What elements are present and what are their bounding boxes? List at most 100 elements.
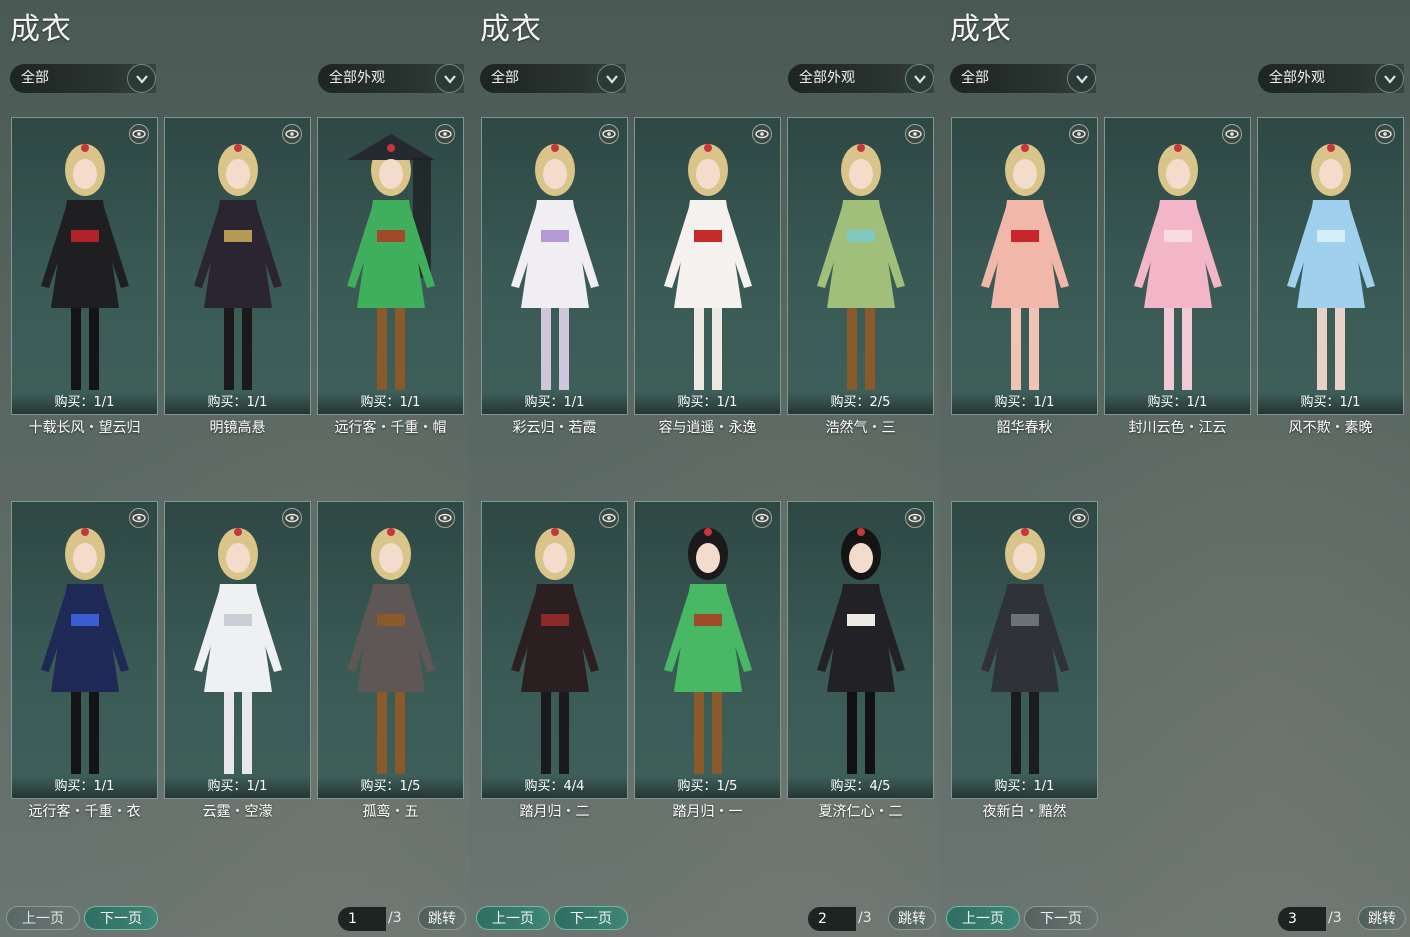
next-page-button[interactable]: 下一页	[84, 906, 158, 930]
outfit-body	[51, 584, 119, 692]
eye-icon[interactable]	[282, 124, 302, 144]
outfit-card[interactable]: 购买：2/5	[787, 117, 934, 415]
outfit-card[interactable]: 购买：1/1	[164, 117, 311, 415]
face	[1319, 159, 1343, 189]
face	[226, 543, 250, 573]
category-filter-label: 全部	[491, 70, 519, 86]
outfit-card[interactable]: 购买：1/1	[481, 117, 628, 415]
hair-ornament	[857, 528, 865, 536]
right-leg	[395, 692, 405, 774]
outfit-card[interactable]: 购买：1/5	[317, 501, 464, 799]
outfit-body	[51, 200, 119, 308]
prev-page-button[interactable]: 上一页	[476, 906, 550, 930]
eye-icon[interactable]	[1375, 124, 1395, 144]
face	[379, 543, 403, 573]
face	[1013, 159, 1037, 189]
outfit-card[interactable]: 购买：1/1	[1104, 117, 1251, 415]
face	[73, 543, 97, 573]
purchase-count: 购买：1/5	[635, 776, 780, 798]
chevron-down-icon[interactable]	[1067, 64, 1096, 93]
outfit-card[interactable]: 购买：1/1	[164, 501, 311, 799]
face	[226, 159, 250, 189]
outfit-sash	[847, 230, 875, 242]
purchase-count: 购买：2/5	[788, 392, 933, 414]
chevron-down-icon[interactable]	[597, 64, 626, 93]
outfit-figure	[347, 528, 435, 774]
wardrobe-panel-page-1: 成衣 全部 全部外观 购买：1/1 十载长风・望云归 购买：1/1 明镜高悬 购…	[0, 0, 470, 937]
appearance-filter-dropdown[interactable]: 全部外观	[318, 64, 464, 93]
jump-button[interactable]: 跳转	[1358, 906, 1406, 930]
purchase-count: 购买：1/5	[318, 776, 463, 798]
outfit-body	[991, 584, 1059, 692]
outfit-sash	[541, 614, 569, 626]
eye-icon[interactable]	[129, 508, 149, 528]
outfit-card[interactable]: 购买：4/4	[481, 501, 628, 799]
chevron-down-icon[interactable]	[435, 64, 464, 93]
next-page-button[interactable]: 下一页	[1024, 906, 1098, 930]
right-leg	[1335, 308, 1345, 390]
hair-ornament	[704, 144, 712, 152]
eye-icon[interactable]	[1222, 124, 1242, 144]
category-filter-dropdown[interactable]: 全部	[10, 64, 156, 93]
outfit-card[interactable]: 购买：1/1	[1257, 117, 1404, 415]
page-number-input[interactable]: 3	[1278, 907, 1326, 931]
outfit-card[interactable]: 购买：1/1	[634, 117, 781, 415]
face	[73, 159, 97, 189]
prev-page-button[interactable]: 上一页	[946, 906, 1020, 930]
next-page-button[interactable]: 下一页	[554, 906, 628, 930]
prev-page-button[interactable]: 上一页	[6, 906, 80, 930]
purchase-count: 购买：1/1	[952, 392, 1097, 414]
outfit-name: 封川云色・江云	[1128, 420, 1227, 436]
outfit-body	[204, 584, 272, 692]
left-leg	[1317, 308, 1327, 390]
outfit-body	[674, 200, 742, 308]
eye-icon[interactable]	[435, 508, 455, 528]
jump-button[interactable]: 跳转	[888, 906, 936, 930]
outfit-card[interactable]: 购买：1/1	[317, 117, 464, 415]
outfit-figure	[817, 144, 905, 390]
eye-icon[interactable]	[599, 124, 619, 144]
purchase-count: 购买：4/4	[482, 776, 627, 798]
outfit-body	[521, 200, 589, 308]
page-number-input[interactable]: 2	[808, 907, 856, 931]
eye-icon[interactable]	[599, 508, 619, 528]
outfit-sash	[541, 230, 569, 242]
outfit-card[interactable]: 购买：4/5	[787, 501, 934, 799]
hair-ornament	[234, 144, 242, 152]
category-filter-dropdown[interactable]: 全部	[480, 64, 626, 93]
category-filter-dropdown[interactable]: 全部	[950, 64, 1096, 93]
eye-icon[interactable]	[282, 508, 302, 528]
outfit-name: 云霆・空濛	[202, 804, 273, 820]
eye-icon[interactable]	[1069, 124, 1089, 144]
eye-icon[interactable]	[1069, 508, 1089, 528]
outfit-figure	[41, 528, 129, 774]
eye-icon[interactable]	[435, 124, 455, 144]
outfit-card[interactable]: 购买：1/1	[11, 117, 158, 415]
outfit-figure	[194, 528, 282, 774]
hair-ornament	[387, 144, 395, 152]
right-leg	[712, 308, 722, 390]
outfit-name: 远行客・千重・帽	[334, 420, 447, 436]
hair-ornament	[1327, 144, 1335, 152]
outfit-card[interactable]: 购买：1/1	[951, 501, 1098, 799]
eye-icon[interactable]	[905, 508, 925, 528]
chevron-down-icon[interactable]	[1375, 64, 1404, 93]
chevron-down-icon[interactable]	[127, 64, 156, 93]
eye-icon[interactable]	[752, 124, 772, 144]
outfit-card[interactable]: 购买：1/5	[634, 501, 781, 799]
outfit-sash	[1164, 230, 1192, 242]
appearance-filter-dropdown[interactable]: 全部外观	[1258, 64, 1404, 93]
right-leg	[712, 692, 722, 774]
outfit-name: 夏济仁心・二	[818, 804, 903, 820]
right-leg	[395, 308, 405, 390]
appearance-filter-dropdown[interactable]: 全部外观	[788, 64, 934, 93]
eye-icon[interactable]	[129, 124, 149, 144]
eye-icon[interactable]	[905, 124, 925, 144]
eye-icon[interactable]	[752, 508, 772, 528]
outfit-card[interactable]: 购买：1/1	[951, 117, 1098, 415]
right-leg	[242, 692, 252, 774]
jump-button[interactable]: 跳转	[418, 906, 466, 930]
chevron-down-icon[interactable]	[905, 64, 934, 93]
page-number-input[interactable]: 1	[338, 907, 386, 931]
outfit-card[interactable]: 购买：1/1	[11, 501, 158, 799]
